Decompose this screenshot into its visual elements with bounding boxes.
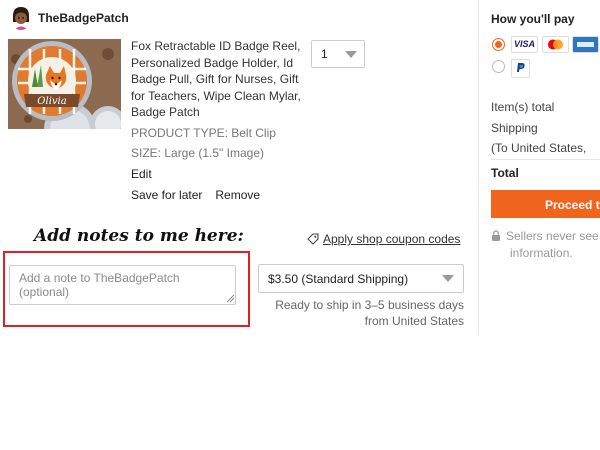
proceed-to-checkout-button[interactable]: Proceed to <box>491 190 600 218</box>
shipping-destination: (To United States, <box>491 141 587 155</box>
column-divider <box>478 0 479 335</box>
quantity-value: 1 <box>321 47 328 61</box>
product-title-link[interactable]: Fox Retractable ID Badge Reel, Personali… <box>131 38 306 121</box>
apply-coupon-link[interactable]: Apply shop coupon codes <box>307 232 460 246</box>
avatar-icon[interactable] <box>10 6 32 30</box>
edit-link[interactable]: Edit <box>131 166 306 183</box>
items-total-label: Item(s) total <box>491 100 555 114</box>
quantity-select[interactable]: 1 <box>311 40 365 68</box>
seller-note-line1: Sellers never see <box>506 229 599 243</box>
checkout-sidebar: How you'll pay VISA Item(s) total Shippi… <box>491 0 600 450</box>
product-info: Fox Retractable ID Badge Reel, Personali… <box>131 38 306 182</box>
ready-to-ship-line2: from United States <box>364 314 464 328</box>
shop-header: TheBadgePatch <box>10 6 129 30</box>
shipping-method-select[interactable]: $3.50 (Standard Shipping) <box>258 264 464 293</box>
remove-link[interactable]: Remove <box>215 188 260 202</box>
visa-icon: VISA <box>511 36 538 53</box>
seller-privacy-note: Sellers never see information. <box>491 228 599 262</box>
shipping-label: Shipping <box>491 121 538 135</box>
payment-heading: How you'll pay <box>491 12 575 26</box>
summary-divider <box>491 159 600 160</box>
chevron-down-icon <box>442 275 454 282</box>
resize-handle-icon[interactable] <box>226 294 235 303</box>
lock-icon <box>492 230 500 241</box>
note-to-seller-input[interactable] <box>9 265 236 305</box>
paypal-payment-radio[interactable] <box>492 60 505 73</box>
badge-name-text: Olivia <box>37 96 66 107</box>
card-payment-radio[interactable] <box>492 38 505 51</box>
chevron-down-icon <box>345 51 357 58</box>
notes-annotation: Add notes to me here: <box>34 226 244 246</box>
ready-to-ship-note: Ready to ship in 3–5 business days from … <box>275 297 464 329</box>
tag-icon <box>307 233 319 245</box>
shipping-selected-value: $3.50 (Standard Shipping) <box>268 272 409 286</box>
mastercard-icon <box>542 36 569 53</box>
amex-icon <box>572 36 599 53</box>
ready-to-ship-line1: Ready to ship in 3–5 business days <box>275 298 464 312</box>
shop-name-link[interactable]: TheBadgePatch <box>38 11 129 25</box>
paypal-icon <box>511 59 530 78</box>
product-type: PRODUCT TYPE: Belt Clip <box>131 125 276 140</box>
apply-coupon-label: Apply shop coupon codes <box>323 232 461 246</box>
product-size: SIZE: Large (1.5" Image) <box>131 146 264 160</box>
seller-note-line2: information. <box>510 246 573 260</box>
product-image[interactable]: Olivia <box>8 39 121 129</box>
item-actions: Save for later Remove <box>131 188 260 202</box>
save-for-later-link[interactable]: Save for later <box>131 188 202 202</box>
total-label: Total <box>491 166 519 180</box>
